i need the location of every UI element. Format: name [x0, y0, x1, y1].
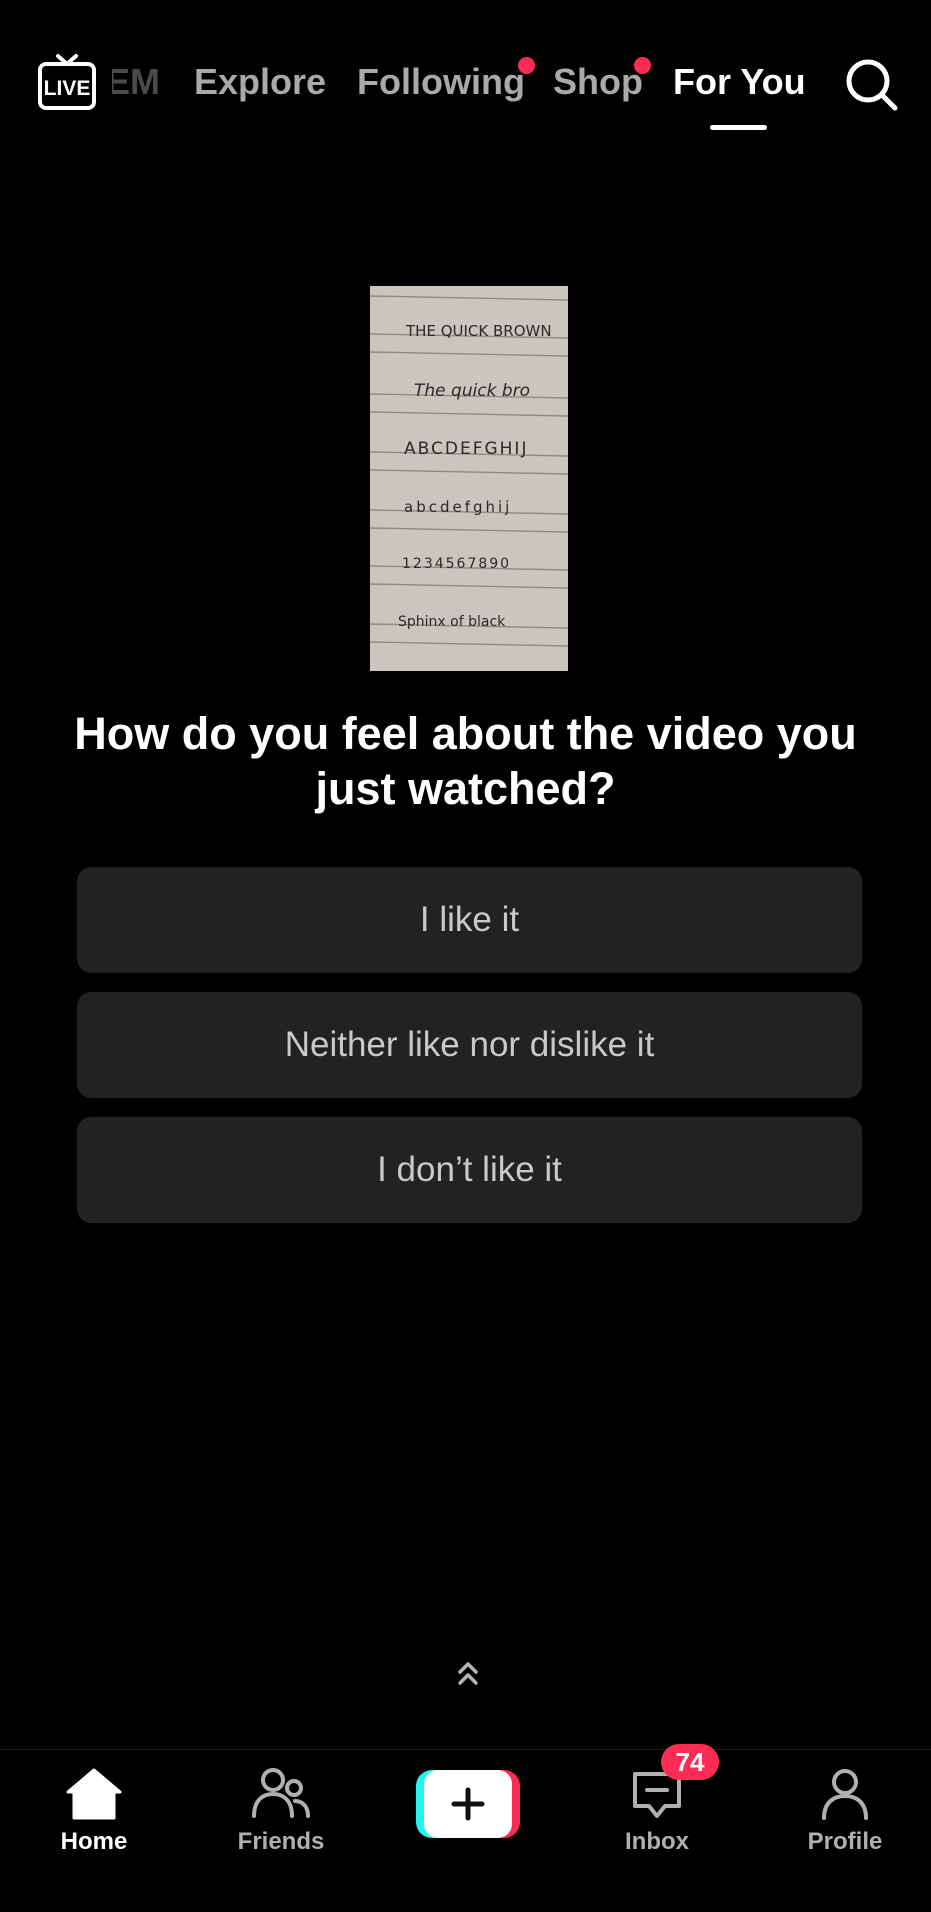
- plus-icon: [451, 1787, 485, 1821]
- live-tv-icon[interactable]: LIVE: [36, 52, 98, 112]
- nav-inbox[interactable]: 74 Inbox: [587, 1744, 727, 1880]
- bottom-nav: Home Friends 74 Inbox Profile: [0, 1744, 931, 1912]
- option-neutral-button[interactable]: Neither like nor dislike it: [77, 992, 862, 1098]
- option-dislike-button[interactable]: I don’t like it: [77, 1117, 862, 1223]
- top-nav: LIVE EM Explore Following Shop For You: [0, 0, 931, 150]
- nav-home-label: Home: [60, 1828, 128, 1855]
- nav-profile-label: Profile: [807, 1828, 883, 1855]
- nav-home[interactable]: Home: [24, 1750, 164, 1880]
- handwritten-line: abcdefghij: [404, 498, 512, 516]
- handwritten-line: ABCDEFGHIJ: [404, 439, 528, 459]
- home-icon: [64, 1766, 124, 1822]
- survey-question: How do you feel about the video you just…: [74, 708, 857, 814]
- notification-dot: [518, 57, 535, 74]
- handwritten-line: Sphinx of black: [398, 614, 506, 630]
- handwritten-line: THE QUICK BROWN: [405, 322, 552, 340]
- create-post-button[interactable]: [416, 1770, 520, 1838]
- active-tab-indicator: [710, 125, 767, 130]
- handwritten-line: 1234567890: [402, 556, 511, 572]
- nav-inbox-label: Inbox: [625, 1828, 689, 1855]
- tab-shop[interactable]: Shop: [553, 58, 643, 106]
- inbox-count-badge: 74: [661, 1744, 719, 1780]
- handwritten-line: The quick bro: [414, 381, 530, 401]
- nav-friends-label: Friends: [237, 1828, 325, 1855]
- notification-dot: [634, 57, 651, 74]
- profile-icon: [815, 1766, 875, 1822]
- nav-profile[interactable]: Profile: [775, 1750, 915, 1880]
- tab-for-you[interactable]: For You: [673, 58, 806, 106]
- friends-icon: [251, 1766, 311, 1822]
- tab-partial-previous[interactable]: EM: [112, 58, 160, 106]
- video-thumbnail: THE QUICK BROWN The quick bro ABCDEFGHIJ…: [370, 286, 568, 671]
- nav-friends[interactable]: Friends: [211, 1750, 351, 1880]
- search-icon[interactable]: [843, 56, 899, 112]
- screen: LIVE EM Explore Following Shop For You T…: [0, 0, 931, 1912]
- tab-explore[interactable]: Explore: [194, 58, 326, 106]
- svg-text:LIVE: LIVE: [44, 77, 91, 100]
- option-like-button[interactable]: I like it: [77, 867, 862, 973]
- swipe-up-chevron-icon[interactable]: [451, 1656, 485, 1690]
- tab-following[interactable]: Following: [357, 58, 525, 106]
